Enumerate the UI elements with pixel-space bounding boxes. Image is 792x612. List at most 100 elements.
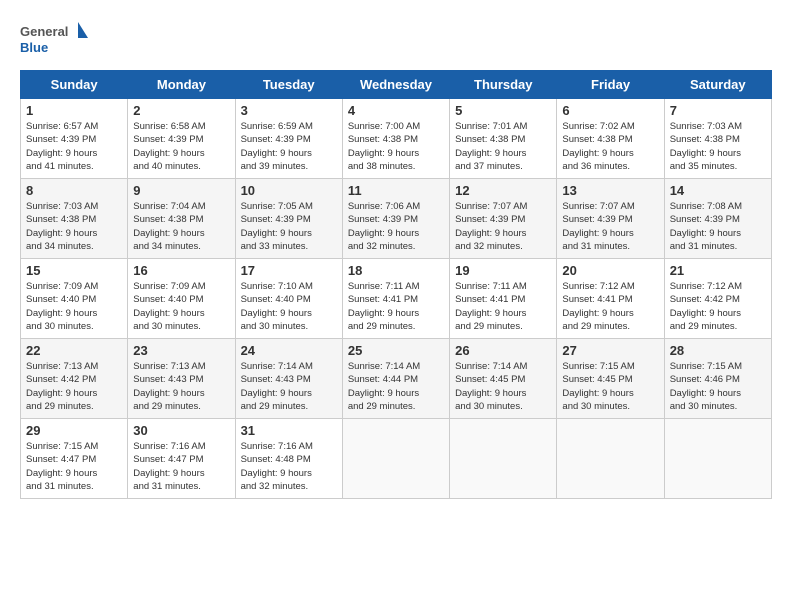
day-info: Sunrise: 7:16 AM Sunset: 4:48 PM Dayligh… xyxy=(241,440,337,493)
day-cell: 9 Sunrise: 7:04 AM Sunset: 4:38 PM Daylig… xyxy=(128,179,235,259)
day-number: 2 xyxy=(133,103,229,118)
day-number: 3 xyxy=(241,103,337,118)
day-cell: 8 Sunrise: 7:03 AM Sunset: 4:38 PM Daylig… xyxy=(21,179,128,259)
day-info: Sunrise: 7:14 AM Sunset: 4:45 PM Dayligh… xyxy=(455,360,551,413)
header-row: SundayMondayTuesdayWednesdayThursdayFrid… xyxy=(21,71,772,99)
day-info: Sunrise: 7:07 AM Sunset: 4:39 PM Dayligh… xyxy=(455,200,551,253)
header-sunday: Sunday xyxy=(21,71,128,99)
day-number: 16 xyxy=(133,263,229,278)
logo: General Blue xyxy=(20,20,90,60)
day-number: 24 xyxy=(241,343,337,358)
day-cell: 29 Sunrise: 7:15 AM Sunset: 4:47 PM Dayli… xyxy=(21,419,128,499)
week-row-1: 1 Sunrise: 6:57 AM Sunset: 4:39 PM Daylig… xyxy=(21,99,772,179)
day-number: 23 xyxy=(133,343,229,358)
svg-text:General: General xyxy=(20,24,68,39)
day-cell: 22 Sunrise: 7:13 AM Sunset: 4:42 PM Dayli… xyxy=(21,339,128,419)
day-number: 18 xyxy=(348,263,444,278)
day-info: Sunrise: 7:13 AM Sunset: 4:42 PM Dayligh… xyxy=(26,360,122,413)
day-info: Sunrise: 7:12 AM Sunset: 4:41 PM Dayligh… xyxy=(562,280,658,333)
day-info: Sunrise: 7:12 AM Sunset: 4:42 PM Dayligh… xyxy=(670,280,766,333)
day-info: Sunrise: 7:07 AM Sunset: 4:39 PM Dayligh… xyxy=(562,200,658,253)
day-number: 17 xyxy=(241,263,337,278)
day-number: 19 xyxy=(455,263,551,278)
day-number: 21 xyxy=(670,263,766,278)
day-cell: 2 Sunrise: 6:58 AM Sunset: 4:39 PM Daylig… xyxy=(128,99,235,179)
day-cell: 16Sunrise: 7:09 AM Sunset: 4:40 PM Dayli… xyxy=(128,259,235,339)
day-cell: 30 Sunrise: 7:16 AM Sunset: 4:47 PM Dayli… xyxy=(128,419,235,499)
header-monday: Monday xyxy=(128,71,235,99)
day-number: 8 xyxy=(26,183,122,198)
day-cell: 7Sunrise: 7:03 AM Sunset: 4:38 PM Daylig… xyxy=(664,99,771,179)
day-cell: 14Sunrise: 7:08 AM Sunset: 4:39 PM Dayli… xyxy=(664,179,771,259)
day-number: 12 xyxy=(455,183,551,198)
day-cell xyxy=(450,419,557,499)
day-info: Sunrise: 7:00 AM Sunset: 4:38 PM Dayligh… xyxy=(348,120,444,173)
day-number: 5 xyxy=(455,103,551,118)
day-cell xyxy=(342,419,449,499)
day-cell: 21 Sunrise: 7:12 AM Sunset: 4:42 PM Dayli… xyxy=(664,259,771,339)
day-cell: 11Sunrise: 7:06 AM Sunset: 4:39 PM Dayli… xyxy=(342,179,449,259)
week-row-4: 22 Sunrise: 7:13 AM Sunset: 4:42 PM Dayli… xyxy=(21,339,772,419)
day-info: Sunrise: 7:13 AM Sunset: 4:43 PM Dayligh… xyxy=(133,360,229,413)
day-cell xyxy=(664,419,771,499)
day-number: 28 xyxy=(670,343,766,358)
day-info: Sunrise: 7:15 AM Sunset: 4:47 PM Dayligh… xyxy=(26,440,122,493)
day-info: Sunrise: 7:10 AM Sunset: 4:40 PM Dayligh… xyxy=(241,280,337,333)
day-number: 13 xyxy=(562,183,658,198)
day-cell: 5Sunrise: 7:01 AM Sunset: 4:38 PM Daylig… xyxy=(450,99,557,179)
day-cell: 10 Sunrise: 7:05 AM Sunset: 4:39 PM Dayli… xyxy=(235,179,342,259)
day-number: 26 xyxy=(455,343,551,358)
day-cell xyxy=(557,419,664,499)
week-row-5: 29 Sunrise: 7:15 AM Sunset: 4:47 PM Dayli… xyxy=(21,419,772,499)
day-cell: 18Sunrise: 7:11 AM Sunset: 4:41 PM Dayli… xyxy=(342,259,449,339)
week-row-3: 15Sunrise: 7:09 AM Sunset: 4:40 PM Dayli… xyxy=(21,259,772,339)
day-info: Sunrise: 6:58 AM Sunset: 4:39 PM Dayligh… xyxy=(133,120,229,173)
day-info: Sunrise: 7:11 AM Sunset: 4:41 PM Dayligh… xyxy=(455,280,551,333)
day-cell: 6Sunrise: 7:02 AM Sunset: 4:38 PM Daylig… xyxy=(557,99,664,179)
day-info: Sunrise: 7:06 AM Sunset: 4:39 PM Dayligh… xyxy=(348,200,444,253)
day-number: 10 xyxy=(241,183,337,198)
day-cell: 17 Sunrise: 7:10 AM Sunset: 4:40 PM Dayli… xyxy=(235,259,342,339)
header-tuesday: Tuesday xyxy=(235,71,342,99)
day-number: 6 xyxy=(562,103,658,118)
day-cell: 3 Sunrise: 6:59 AM Sunset: 4:39 PM Daylig… xyxy=(235,99,342,179)
day-cell: 20 Sunrise: 7:12 AM Sunset: 4:41 PM Dayli… xyxy=(557,259,664,339)
day-number: 22 xyxy=(26,343,122,358)
logo-svg: General Blue xyxy=(20,20,90,60)
week-row-2: 8 Sunrise: 7:03 AM Sunset: 4:38 PM Daylig… xyxy=(21,179,772,259)
day-cell: 19 Sunrise: 7:11 AM Sunset: 4:41 PM Dayli… xyxy=(450,259,557,339)
day-info: Sunrise: 6:57 AM Sunset: 4:39 PM Dayligh… xyxy=(26,120,122,173)
day-cell: 28Sunrise: 7:15 AM Sunset: 4:46 PM Dayli… xyxy=(664,339,771,419)
day-number: 25 xyxy=(348,343,444,358)
day-info: Sunrise: 7:05 AM Sunset: 4:39 PM Dayligh… xyxy=(241,200,337,253)
day-number: 7 xyxy=(670,103,766,118)
day-cell: 26 Sunrise: 7:14 AM Sunset: 4:45 PM Dayli… xyxy=(450,339,557,419)
day-info: Sunrise: 7:16 AM Sunset: 4:47 PM Dayligh… xyxy=(133,440,229,493)
day-info: Sunrise: 7:04 AM Sunset: 4:38 PM Dayligh… xyxy=(133,200,229,253)
header-saturday: Saturday xyxy=(664,71,771,99)
day-cell: 4Sunrise: 7:00 AM Sunset: 4:38 PM Daylig… xyxy=(342,99,449,179)
day-number: 9 xyxy=(133,183,229,198)
day-info: Sunrise: 7:08 AM Sunset: 4:39 PM Dayligh… xyxy=(670,200,766,253)
day-cell: 27 Sunrise: 7:15 AM Sunset: 4:45 PM Dayli… xyxy=(557,339,664,419)
day-cell: 23 Sunrise: 7:13 AM Sunset: 4:43 PM Dayli… xyxy=(128,339,235,419)
day-number: 1 xyxy=(26,103,122,118)
day-info: Sunrise: 7:03 AM Sunset: 4:38 PM Dayligh… xyxy=(26,200,122,253)
header-friday: Friday xyxy=(557,71,664,99)
day-number: 29 xyxy=(26,423,122,438)
day-cell: 13 Sunrise: 7:07 AM Sunset: 4:39 PM Dayli… xyxy=(557,179,664,259)
day-cell: 15Sunrise: 7:09 AM Sunset: 4:40 PM Dayli… xyxy=(21,259,128,339)
page-header: General Blue xyxy=(20,20,772,60)
day-number: 27 xyxy=(562,343,658,358)
day-number: 30 xyxy=(133,423,229,438)
header-thursday: Thursday xyxy=(450,71,557,99)
day-number: 15 xyxy=(26,263,122,278)
day-number: 31 xyxy=(241,423,337,438)
day-number: 20 xyxy=(562,263,658,278)
day-info: Sunrise: 6:59 AM Sunset: 4:39 PM Dayligh… xyxy=(241,120,337,173)
day-info: Sunrise: 7:14 AM Sunset: 4:43 PM Dayligh… xyxy=(241,360,337,413)
day-cell: 12 Sunrise: 7:07 AM Sunset: 4:39 PM Dayli… xyxy=(450,179,557,259)
day-cell: 25 Sunrise: 7:14 AM Sunset: 4:44 PM Dayli… xyxy=(342,339,449,419)
day-info: Sunrise: 7:15 AM Sunset: 4:45 PM Dayligh… xyxy=(562,360,658,413)
day-info: Sunrise: 7:14 AM Sunset: 4:44 PM Dayligh… xyxy=(348,360,444,413)
